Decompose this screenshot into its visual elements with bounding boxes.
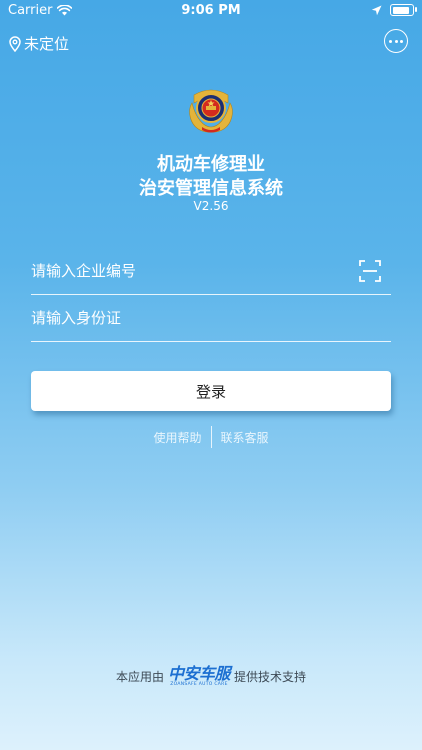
more-dot-icon (400, 39, 403, 43)
contact-support-link[interactable]: 联系客服 (221, 429, 269, 446)
footer-prefix: 本应用由 (115, 670, 164, 685)
company-id-field (31, 250, 391, 295)
help-links: 使用帮助 联系客服 (0, 426, 422, 448)
location-label: 未定位 (24, 35, 70, 53)
more-dot-icon (394, 39, 398, 43)
status-time: 9:06 PM (181, 3, 241, 18)
id-card-field (31, 297, 391, 342)
status-bar: Carrier 9:06 PM (0, 0, 422, 22)
company-id-input[interactable] (31, 258, 341, 284)
location-selector[interactable]: 未定位 (9, 33, 69, 54)
company-logo-text: 中安车服 (167, 664, 231, 683)
location-arrow-icon (371, 5, 382, 15)
footer-suffix: 提供技术支持 (234, 670, 307, 685)
battery-icon (390, 4, 417, 16)
login-screen: Carrier 9:06 PM 未定位 机动车修理业 治安管理信息系统 V2.5… (0, 0, 422, 750)
company-logo-subtext: ZOANSAFE AUTO CARE (170, 682, 228, 687)
footer-credit: 本应用由 中安车服 ZOANSAFE AUTO CARE 提供技术支持 (0, 666, 422, 688)
app-version: V2.56 (193, 199, 229, 213)
link-divider (210, 426, 212, 448)
more-dot-icon (389, 39, 392, 43)
app-title-line1: 机动车修理业 (157, 154, 265, 175)
police-emblem-icon (189, 89, 233, 133)
help-link[interactable]: 使用帮助 (153, 429, 201, 446)
company-logo: 中安车服 ZOANSAFE AUTO CARE (167, 664, 231, 688)
app-title-line2: 治安管理信息系统 (139, 178, 283, 199)
location-pin-icon (9, 35, 21, 52)
login-button[interactable]: 登录 (31, 371, 391, 411)
id-card-input[interactable] (31, 305, 341, 331)
status-right (371, 4, 417, 16)
scan-icon[interactable] (359, 260, 381, 282)
more-options-button[interactable] (384, 29, 408, 53)
